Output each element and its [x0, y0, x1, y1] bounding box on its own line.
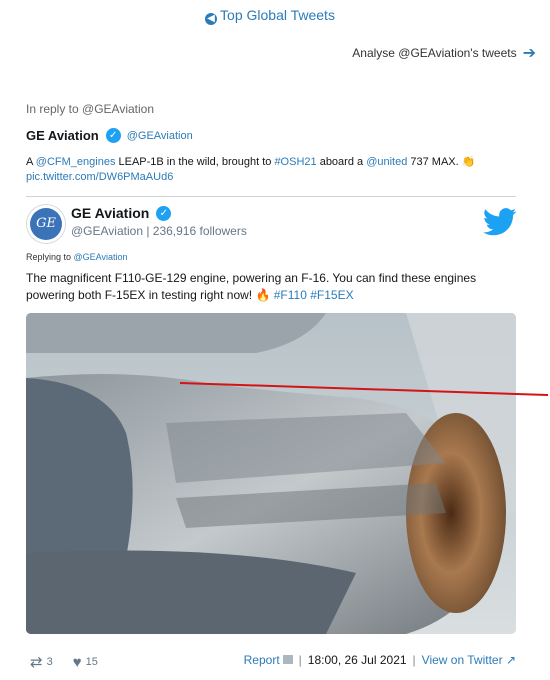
mention-united[interactable]: @united [366, 156, 407, 168]
retweet-count: 3 [46, 656, 53, 668]
right-arrow-icon: ➔ [522, 45, 536, 62]
avatar[interactable]: GE [26, 204, 66, 244]
parent-text-segment: aboard a [316, 156, 367, 168]
twitter-bird-icon[interactable] [483, 208, 517, 236]
hashtag-osh21[interactable]: #OSH21 [274, 156, 316, 168]
view-on-twitter-label: View on Twitter [421, 653, 503, 667]
external-link-icon: ↗ [502, 653, 516, 667]
analyse-tweets-link[interactable]: Analyse @GEAviation's tweets ➔ [352, 43, 536, 63]
parent-tweet-text: A @CFM_engines LEAP-1B in the wild, brou… [26, 155, 496, 185]
top-nav: ◀ Top Global Tweets [0, 7, 540, 25]
view-on-twitter-link[interactable]: View on Twitter ↗ [422, 653, 516, 667]
analyse-label: Analyse @GEAviation's tweets [352, 46, 517, 60]
parent-text-segment: A [26, 156, 36, 168]
retweet-icon: ⇄ [30, 654, 43, 671]
meta-separator: | [298, 653, 302, 667]
like-button[interactable]: ♥ 15 [73, 654, 98, 671]
tweet-body: The magnificent F110-GE-129 engine, powe… [26, 271, 477, 302]
in-reply-to-label: In reply to @GEAviation [26, 102, 155, 116]
tweet-media-image[interactable] [26, 313, 516, 634]
hashtag-f15ex[interactable]: #F15EX [310, 288, 353, 302]
retweet-button[interactable]: ⇄ 3 [30, 653, 53, 671]
top-global-tweets-label: Top Global Tweets [220, 7, 335, 23]
parent-author-name[interactable]: GE Aviation [26, 128, 99, 143]
report-label: Report [243, 653, 280, 667]
like-count: 15 [85, 656, 98, 668]
verified-check-icon: ✓ [156, 205, 172, 221]
verified-check-icon: ✓ [105, 128, 121, 143]
tweet-author-name[interactable]: GE Aviation [71, 205, 149, 221]
replying-to-label: Replying to [26, 252, 74, 262]
tweet-actions: ⇄ 3 ♥ 15 [30, 653, 118, 672]
tweet-meta: Report | 18:00, 26 Jul 2021 | View on Tw… [244, 653, 516, 667]
ge-logo: GE [30, 208, 62, 240]
tweet-author-handle-followers[interactable]: @GEAviation | 236,916 followers [71, 224, 247, 238]
tweet-header: GE Aviation ✓ [71, 205, 177, 221]
replying-to-handle[interactable]: @GEAviation [74, 252, 128, 262]
parent-text-segment: 737 MAX. 👏 [407, 156, 476, 168]
meta-separator: | [412, 653, 416, 667]
divider [26, 196, 516, 197]
mention-cfm-engines[interactable]: @CFM_engines [36, 156, 116, 168]
circle-left-arrow-icon: ◀ [205, 13, 218, 25]
pic-link[interactable]: pic.twitter.com/DW6PMaAUd6 [26, 171, 173, 183]
report-link[interactable]: Report [244, 653, 293, 667]
hashtag-f110[interactable]: #F110 [274, 288, 307, 302]
top-global-tweets-link[interactable]: ◀ Top Global Tweets [205, 7, 335, 25]
replying-to: Replying to @GEAviation [26, 252, 128, 262]
heart-icon: ♥ [72, 653, 82, 671]
tweet-text: The magnificent F110-GE-129 engine, powe… [26, 270, 518, 304]
tweet-timestamp: 18:00, 26 Jul 2021 [307, 653, 407, 667]
parent-author-handle[interactable]: @GEAviation [127, 130, 193, 142]
engine-photo [26, 313, 516, 634]
parent-text-segment: LEAP-1B in the wild, brought to [115, 156, 275, 168]
parent-tweet-header: GE Aviation ✓ @GEAviation [26, 128, 193, 143]
flag-icon [282, 655, 293, 664]
